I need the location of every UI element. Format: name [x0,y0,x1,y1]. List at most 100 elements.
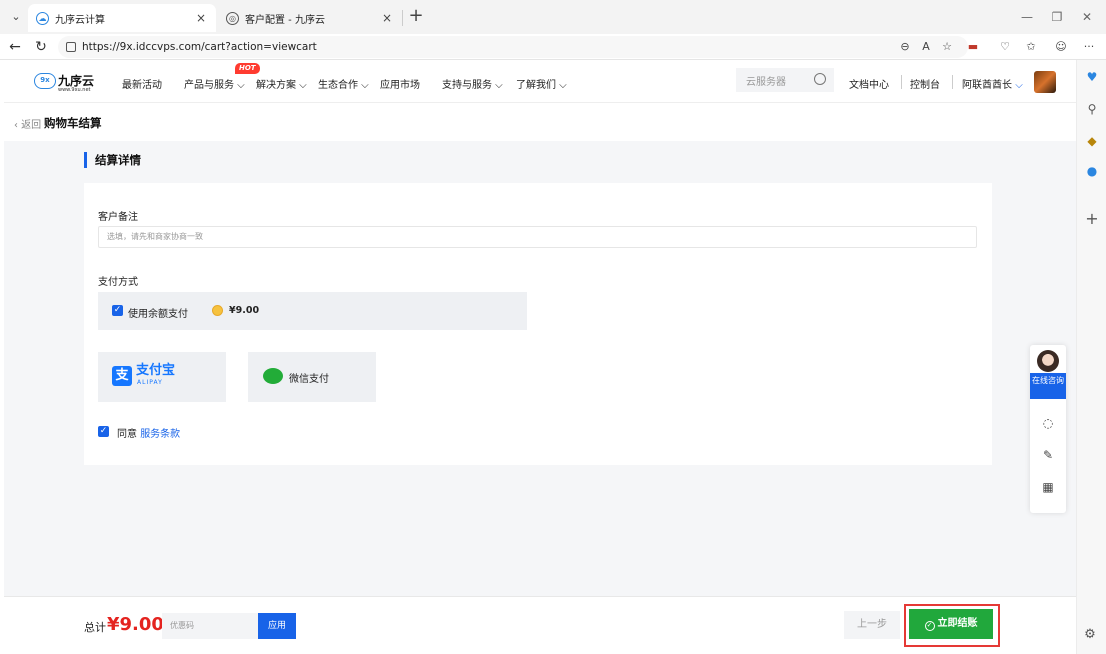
profile-icon[interactable]: ☺ [1052,39,1070,55]
balance-amount: ¥9.00 [229,305,260,316]
close-tab-icon[interactable]: × [380,11,394,25]
add-sidebar-icon[interactable]: + [1081,208,1103,230]
browser-tab-bar: ⌄ ☁ 九序云计算 × ◎ 客户配置 - 九序云 × + — ❐ ✕ [0,0,1106,34]
games-icon[interactable]: ● [1081,160,1103,182]
new-tab-button[interactable]: + [404,5,428,29]
checkout-form-card: 客户备注 选填，请先和商家协商一致 支付方式 ✓ 使用余额支付 ¥9.00 支 … [84,183,992,465]
total-label: 总计 [84,621,106,634]
header-separator [952,75,953,89]
agree-checkbox[interactable]: ✓ [98,426,109,437]
check-circle-icon: ✓ [924,621,935,631]
agree-text: 同意 [117,429,137,440]
alipay-name: 支付宝 [136,363,176,378]
address-bar: ← ↻ https://9x.idccvps.com/cart?action=v… [0,34,1106,60]
tab-inactive[interactable]: ◎ 客户配置 - 九序云 × [218,4,402,32]
tab-title: 九序云计算 [55,14,105,26]
browser-sidebar: ♥ ⚲ ◆ ● + [1076,60,1106,654]
url-field[interactable]: https://9x.idccvps.com/cart?action=viewc… [58,36,968,58]
checkout-now-button[interactable]: ✓ 立即结账 [909,609,993,639]
favorites-list-icon[interactable]: ✩ [1022,39,1040,55]
zoom-icon[interactable]: ⊖ [896,39,914,55]
wechat-icon [263,368,283,384]
alipay-option[interactable]: 支 支付宝 ALIPAY [98,352,226,402]
more-icon[interactable]: ··· [1080,39,1098,55]
extension-icon[interactable]: ▬ [964,39,982,55]
chevron-down-icon: ⌵ [1015,80,1023,91]
pay-method-label: 支付方式 [98,277,138,288]
tab-menu-icon[interactable]: ⌄ [8,9,24,25]
balance-label: 使用余额支付 [128,309,188,320]
checkout-footer: 总计 ¥9.00 优惠码 应用 上一步 ✓ 立即结账 [4,596,1076,654]
search-icon[interactable]: ⚲ [1081,98,1103,120]
search-icon[interactable] [814,73,826,85]
alipay-icon: 支 [112,366,132,386]
minimize-icon[interactable]: — [1012,6,1042,28]
balance-payment-option[interactable]: ✓ 使用余额支付 ¥9.00 [98,292,527,330]
nav-ecosystem[interactable]: 生态合作 ⌵ [318,76,369,91]
nav-latest-events[interactable]: 最新活动 [122,76,162,91]
agree-label: 同意 服务条款 [117,425,180,440]
previous-step-button[interactable]: 上一步 [844,611,900,639]
header-separator [901,75,902,89]
apply-coupon-button[interactable]: 应用 [258,613,296,639]
balance-checkbox[interactable]: ✓ [112,305,123,316]
page-title: 购物车结算 [44,116,102,130]
nav-products[interactable]: 产品与服务 ⌵ [184,76,245,91]
globe-favicon-icon: ◎ [226,11,239,25]
refresh-icon[interactable]: ↻ [32,37,50,57]
tab-title: 客户配置 - 九序云 [245,14,325,26]
url-text: https://9x.idccvps.com/cart?action=viewc… [82,41,317,53]
agent-avatar[interactable] [1037,350,1059,372]
user-name: 阿联酋酋长 [962,80,1012,91]
customer-note-input[interactable]: 选填，请先和商家协商一致 [98,226,977,248]
site-search-input[interactable]: 云服务器 [736,68,834,92]
site-header: 9x 九序云 www.9xu.net 最新活动 产品与服务 ⌵ HOT 解决方案… [4,61,1076,103]
coupon-input[interactable]: 优惠码 [162,613,258,639]
nav-support[interactable]: 支持与服务 ⌵ [442,76,503,91]
cloud-favicon-icon: ☁ [36,11,49,25]
settings-icon[interactable]: ⚙ [1082,627,1098,643]
shopping-icon[interactable]: ◆ [1081,130,1103,152]
close-window-icon[interactable]: ✕ [1072,6,1102,28]
qrcode-icon[interactable]: ▦ [1038,477,1058,497]
nav-app-market[interactable]: 应用市场 [380,76,420,91]
edit-icon[interactable]: ✎ [1038,445,1058,465]
search-placeholder: 云服务器 [746,76,786,88]
logo-mark: 9x [34,73,56,89]
read-aloud-icon[interactable]: A [917,39,935,55]
back-icon[interactable]: ← [6,37,24,57]
online-consult-button[interactable]: 在线咨询 [1030,373,1066,399]
console-link[interactable]: 控制台 [910,76,940,91]
site-logo[interactable]: 9x 九序云 www.9xu.net [34,73,95,93]
total-amount: ¥9.00 [107,614,164,635]
browser-essentials-icon[interactable]: ♡ [996,39,1014,55]
wechat-pay-option[interactable]: 微信支付 [248,352,376,402]
close-tab-icon[interactable]: × [194,11,208,25]
tab-separator [402,10,403,26]
doc-center-link[interactable]: 文档中心 [849,76,889,91]
logo-url: www.9xu.net [58,87,91,93]
customer-service-widget: 在线咨询 ◌ ✎ ▦ [1030,345,1066,513]
section-heading-text: 结算详情 [95,152,141,167]
logo-name: 九序云 [58,73,95,88]
favorite-icon[interactable]: ☆ [938,39,956,55]
terms-link[interactable]: 服务条款 [140,429,180,440]
breadcrumb: ‹ 返回 购物车结算 [4,104,1076,141]
checkout-label: 立即结账 [937,618,978,629]
tab-active[interactable]: ☁ 九序云计算 × [28,4,216,32]
chat-icon[interactable]: ◌ [1038,413,1058,433]
coin-icon [212,305,223,316]
restore-icon[interactable]: ❐ [1042,6,1072,28]
section-heading: 结算详情 [84,151,141,168]
note-label: 客户备注 [98,212,138,223]
wechat-name: 微信支付 [289,374,329,385]
hot-badge: HOT [235,63,260,74]
nav-about[interactable]: 了解我们 ⌵ [516,76,567,91]
heading-accent-bar [84,151,87,168]
copilot-icon[interactable]: ♥ [1081,66,1103,88]
back-link[interactable]: ‹ 返回 [14,116,41,131]
lock-icon [66,42,76,52]
nav-solutions[interactable]: 解决方案 ⌵ [256,76,307,91]
user-menu[interactable]: 阿联酋酋长 ⌵ [962,76,1023,91]
avatar[interactable] [1034,71,1056,93]
